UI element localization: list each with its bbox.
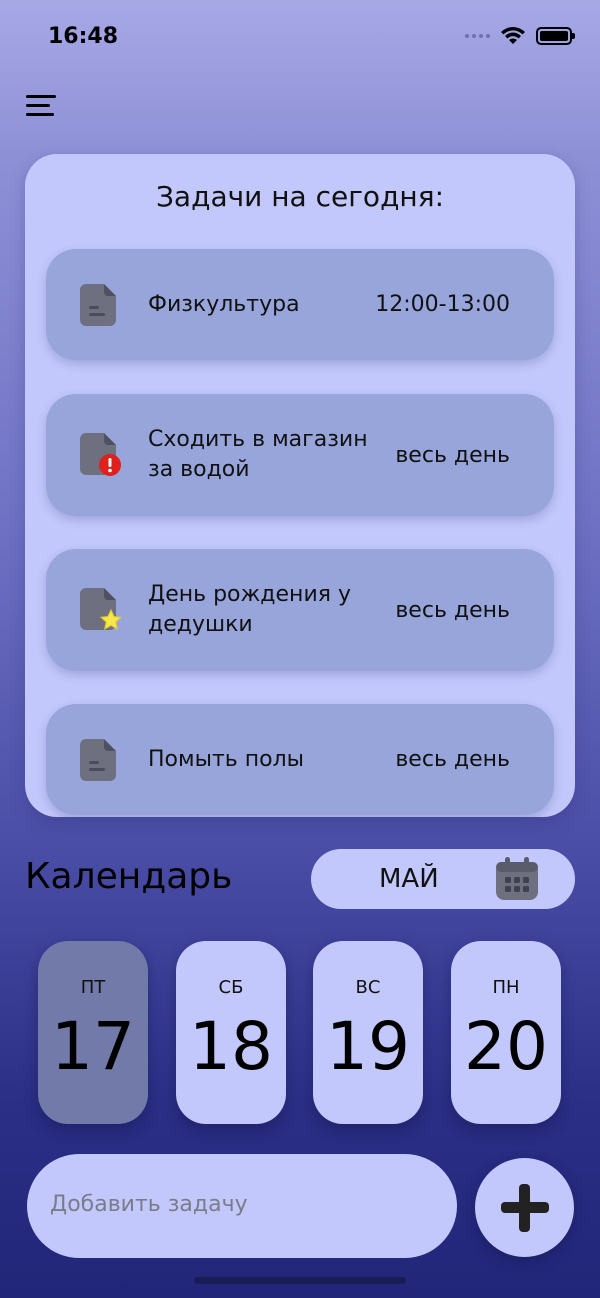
status-bar: 16:48 — [0, 0, 600, 80]
document-icon — [80, 738, 116, 781]
calendar-icon — [496, 857, 538, 900]
add-task-button[interactable] — [475, 1158, 574, 1257]
task-item[interactable]: Сходить в магазин за водой весь день — [46, 394, 554, 516]
task-time: 12:00-13:00 — [375, 292, 510, 317]
document-star-icon — [80, 588, 122, 630]
month-label: МАЙ — [379, 864, 439, 894]
calendar-title: Календарь — [25, 856, 233, 897]
signal-icon — [465, 34, 490, 38]
task-time: весь день — [395, 442, 510, 468]
tasks-card: Задачи на сегодня: Физкультура 12:00-13:… — [25, 154, 575, 817]
task-item[interactable]: Помыть полы весь день — [46, 704, 554, 815]
battery-icon — [536, 27, 575, 45]
add-task-input[interactable]: Добавить задачу — [27, 1154, 457, 1258]
day-number: 20 — [464, 1008, 548, 1085]
day-name: ВС — [355, 977, 381, 998]
day-cell[interactable]: ПН 20 — [451, 941, 561, 1124]
day-number: 18 — [189, 1008, 273, 1085]
document-icon — [80, 283, 116, 326]
task-name: Помыть полы — [148, 746, 305, 772]
add-task-placeholder: Добавить задачу — [50, 1192, 248, 1217]
day-cell-selected[interactable]: ПТ 17 — [38, 941, 148, 1124]
status-icons — [465, 26, 575, 46]
task-item[interactable]: Физкультура 12:00-13:00 — [46, 249, 554, 360]
task-name: Физкультура — [148, 291, 300, 317]
wifi-icon — [501, 27, 525, 44]
status-time: 16:48 — [48, 24, 119, 49]
task-name: День рождения у дедушки — [148, 582, 351, 637]
task-time: весь день — [395, 747, 510, 772]
document-alert-icon — [80, 433, 121, 476]
task-name: Сходить в магазин за водой — [148, 427, 368, 482]
day-number: 17 — [51, 1008, 135, 1085]
day-name: СБ — [218, 977, 244, 998]
tasks-title: Задачи на сегодня: — [155, 180, 445, 213]
day-name: ПН — [492, 977, 520, 998]
day-number: 19 — [326, 1008, 410, 1085]
day-cell[interactable]: СБ 18 — [176, 941, 286, 1124]
task-time: весь день — [395, 597, 510, 623]
month-selector[interactable]: МАЙ — [311, 849, 575, 909]
menu-icon[interactable] — [26, 95, 56, 119]
day-cell[interactable]: ВС 19 — [313, 941, 423, 1124]
home-indicator — [194, 1277, 406, 1284]
task-item[interactable]: День рождения у дедушки весь день — [46, 549, 554, 671]
day-name: ПТ — [80, 977, 106, 998]
